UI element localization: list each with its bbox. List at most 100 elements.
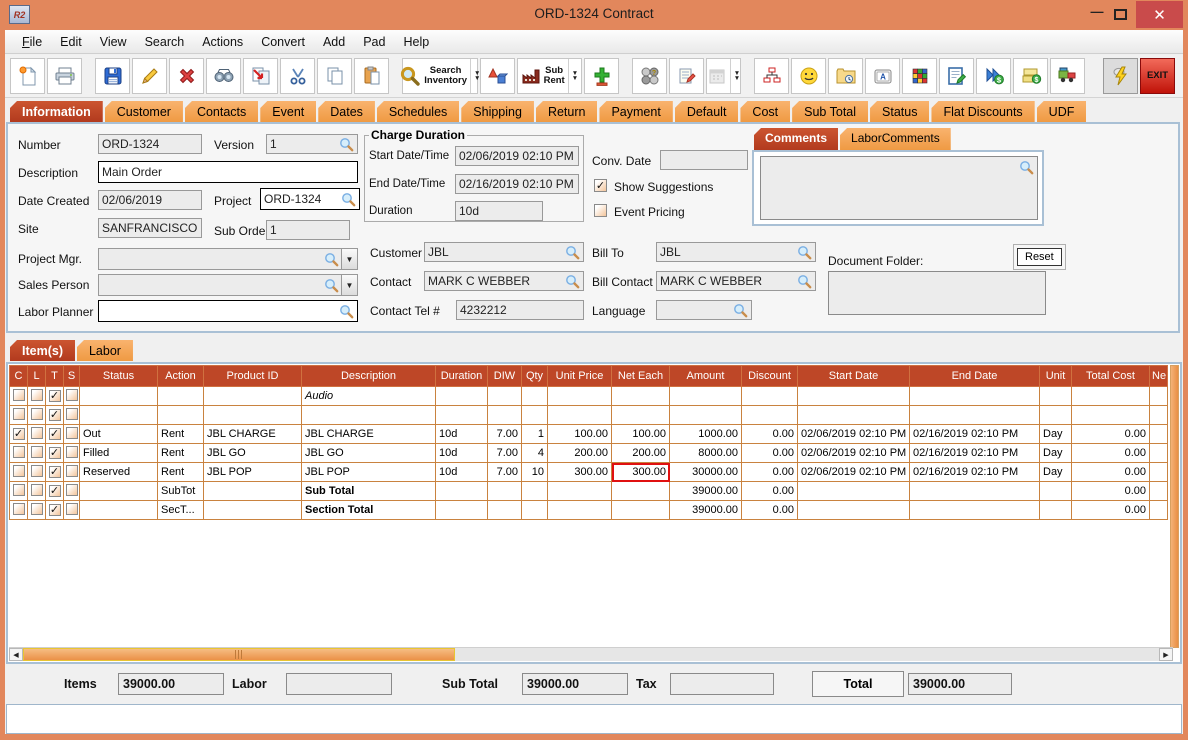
checkbox-unchecked[interactable] <box>66 446 78 458</box>
row-checkbox-cell[interactable] <box>10 444 28 463</box>
user-group-button[interactable]: ? <box>632 58 667 94</box>
grid-cell[interactable]: 02/06/2019 02:10 PM <box>798 444 910 463</box>
row-checkbox-cell[interactable] <box>46 482 64 501</box>
grid-cell[interactable] <box>910 501 1040 520</box>
row-checkbox-cell[interactable] <box>64 425 80 444</box>
tab-item-s[interactable]: Item(s) <box>10 340 75 361</box>
grid-cell[interactable] <box>522 406 548 425</box>
grid-cell[interactable]: 0.00 <box>742 444 798 463</box>
print-button[interactable] <box>47 58 82 94</box>
grid-cell[interactable]: 1 <box>522 425 548 444</box>
menu-actions[interactable]: Actions <box>193 35 252 49</box>
table-row[interactable]: OutRentJBL CHARGEJBL CHARGE10d7.001100.0… <box>10 425 1168 444</box>
row-checkbox-cell[interactable] <box>10 425 28 444</box>
grid-cell[interactable]: 0.00 <box>1072 444 1150 463</box>
checkbox-checked[interactable] <box>49 485 61 497</box>
grid-cell[interactable]: Rent <box>158 444 204 463</box>
maximize-button[interactable] <box>1114 9 1127 20</box>
number-field[interactable]: ORD-1324 <box>98 134 202 154</box>
tab-labor[interactable]: Labor <box>77 340 133 361</box>
site-field[interactable]: SANFRANCISCO <box>98 218 202 238</box>
copy-button[interactable] <box>317 58 352 94</box>
grid-cell[interactable] <box>204 406 302 425</box>
grid-cell[interactable]: 0.00 <box>1072 501 1150 520</box>
search-icon[interactable] <box>565 274 580 289</box>
checkbox-unchecked[interactable] <box>13 408 25 420</box>
horizontal-scrollbar-thumb[interactable] <box>23 648 455 661</box>
tab-shipping[interactable]: Shipping <box>461 101 534 122</box>
grid-cell[interactable]: 10d <box>436 463 488 482</box>
contact-tel-field[interactable]: 4232212 <box>456 300 584 320</box>
grid-cell[interactable]: 10d <box>436 425 488 444</box>
grid-cell[interactable]: SubTot <box>158 482 204 501</box>
grid-cell[interactable] <box>742 387 798 406</box>
version-field[interactable]: 1 <box>266 134 358 154</box>
row-checkbox-cell[interactable] <box>46 444 64 463</box>
row-checkbox-cell[interactable] <box>28 406 46 425</box>
smiley-button[interactable] <box>791 58 826 94</box>
grid-cell[interactable] <box>1150 444 1168 463</box>
grid-cell[interactable] <box>80 387 158 406</box>
lightning-button[interactable] <box>1103 58 1138 94</box>
grid-cell[interactable] <box>910 482 1040 501</box>
grid-cell[interactable]: JBL GO <box>204 444 302 463</box>
tab-status[interactable]: Status <box>870 101 929 122</box>
comments-textarea[interactable] <box>760 156 1038 220</box>
row-checkbox-cell[interactable] <box>46 463 64 482</box>
row-checkbox-cell[interactable] <box>64 501 80 520</box>
grid-cell[interactable]: 4 <box>522 444 548 463</box>
column-header-description[interactable]: Description <box>302 366 436 387</box>
grid-cell[interactable] <box>742 406 798 425</box>
checkbox-unchecked[interactable] <box>31 427 43 439</box>
tab-default[interactable]: Default <box>675 101 739 122</box>
grid-cell[interactable]: 30000.00 <box>670 463 742 482</box>
grid-cell[interactable]: JBL POP <box>302 463 436 482</box>
row-checkbox-cell[interactable] <box>64 406 80 425</box>
grid-cell[interactable] <box>1040 387 1072 406</box>
grid-cell[interactable]: 39000.00 <box>670 501 742 520</box>
column-header-product-id[interactable]: Product ID <box>204 366 302 387</box>
column-header-t[interactable]: T <box>46 366 64 387</box>
checkbox-unchecked[interactable] <box>66 427 78 439</box>
exit-button[interactable]: EXIT <box>1140 58 1175 94</box>
grid-cell[interactable]: 0.00 <box>742 425 798 444</box>
document-folder-field[interactable] <box>828 271 1046 315</box>
search-inventory-button[interactable]: Search Inventory▼▼ <box>402 58 478 94</box>
scroll-left-arrow[interactable]: ◀ <box>9 648 23 661</box>
end-datetime-field[interactable]: 02/16/2019 02:10 PM <box>455 174 579 194</box>
checkbox-unchecked[interactable] <box>13 503 25 515</box>
grid-cell[interactable] <box>488 387 522 406</box>
grid-cell[interactable]: 0.00 <box>742 482 798 501</box>
column-header-s[interactable]: S <box>64 366 80 387</box>
grid-cell[interactable]: Day <box>1040 425 1072 444</box>
menu-search[interactable]: Search <box>136 35 194 49</box>
grid-cell[interactable]: 39000.00 <box>670 482 742 501</box>
checkbox-checked[interactable] <box>13 428 25 440</box>
grid-cell[interactable] <box>1150 387 1168 406</box>
tab-comments[interactable]: Comments <box>754 128 838 150</box>
grid-cell[interactable] <box>1072 406 1150 425</box>
customer-field[interactable]: JBL <box>424 242 584 262</box>
row-checkbox-cell[interactable] <box>10 406 28 425</box>
checkbox-unchecked[interactable] <box>31 408 43 420</box>
grid-cell[interactable]: 10 <box>522 463 548 482</box>
grid-cell[interactable]: 7.00 <box>488 463 522 482</box>
add-item-button[interactable] <box>584 58 619 94</box>
search-icon[interactable] <box>339 137 354 152</box>
grid-cell[interactable] <box>436 482 488 501</box>
tab-flat-discounts[interactable]: Flat Discounts <box>931 101 1034 122</box>
checkbox-unchecked[interactable] <box>13 484 25 496</box>
tab-payment[interactable]: Payment <box>599 101 672 122</box>
column-header-qty[interactable]: Qty <box>522 366 548 387</box>
grid-cell[interactable]: 02/06/2019 02:10 PM <box>798 425 910 444</box>
folder-clock-button[interactable] <box>828 58 863 94</box>
grid-cell[interactable]: 300.00 <box>612 463 670 482</box>
cut-button[interactable] <box>280 58 315 94</box>
language-field[interactable] <box>656 300 752 320</box>
grid-cell[interactable] <box>670 387 742 406</box>
grid-cell[interactable]: 0.00 <box>742 463 798 482</box>
row-checkbox-cell[interactable] <box>10 463 28 482</box>
edit-button[interactable] <box>132 58 167 94</box>
duration-field[interactable]: 10d <box>455 201 543 221</box>
column-header-unit-price[interactable]: Unit Price <box>548 366 612 387</box>
